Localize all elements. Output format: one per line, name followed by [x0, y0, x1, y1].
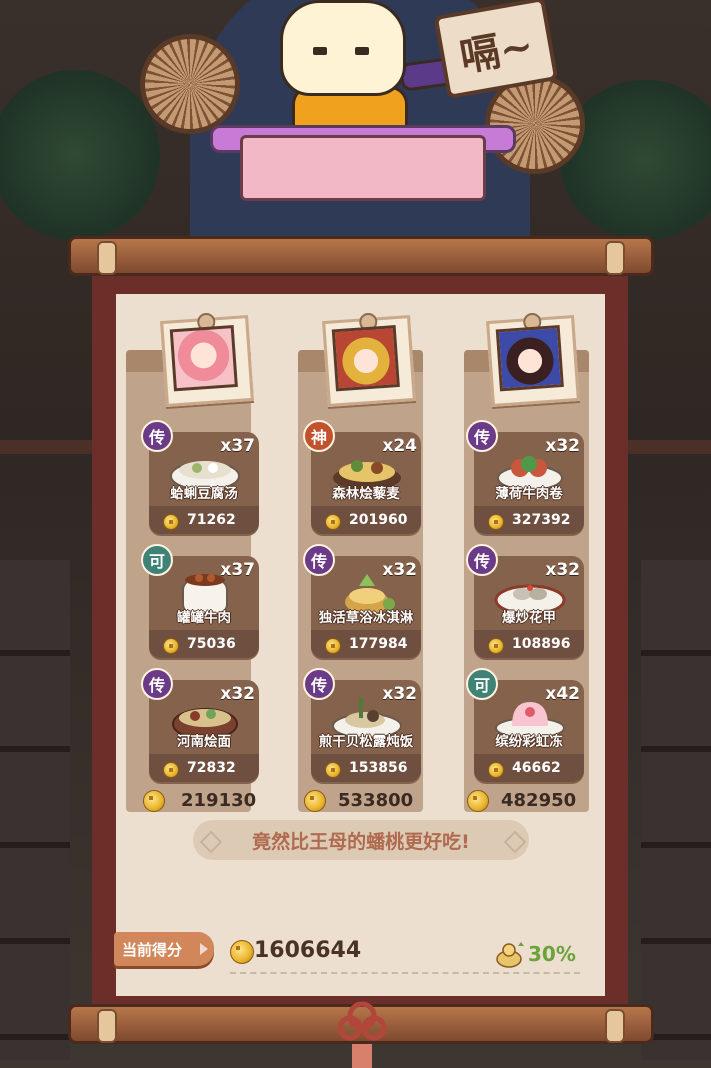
- dish-score: 71262: [187, 512, 236, 528]
- dish-score: 72832: [187, 760, 236, 776]
- column-total: 219130: [181, 790, 257, 811]
- character-portrait: [331, 325, 400, 392]
- column-total: 533800: [338, 790, 414, 811]
- dashed-divider: [230, 972, 580, 974]
- money-bag-bonus-icon: [496, 942, 524, 968]
- coin-icon: [230, 940, 254, 964]
- character-portrait: [169, 325, 238, 392]
- dish-name: 缤纷彩虹冻: [495, 734, 563, 750]
- coin-icon: [488, 514, 504, 530]
- dish-name: 罐罐牛肉: [177, 610, 231, 626]
- dish-name: 蛤蜊豆腐汤: [170, 486, 238, 502]
- dish-score: 75036: [187, 636, 236, 652]
- character-stage: 嗝~: [140, 0, 585, 240]
- comment-banner: 竟然比王母的蟠桃更好吃!: [193, 820, 529, 860]
- dish-score: 327392: [512, 512, 571, 528]
- dish-card[interactable]: 传 x32 煎干贝松露炖饭 153856: [303, 668, 421, 784]
- dish-score: 153856: [349, 760, 408, 776]
- coin-icon: [488, 638, 504, 654]
- portrait-1[interactable]: [160, 312, 254, 407]
- dish-score: 177984: [349, 636, 408, 652]
- portrait-3[interactable]: [486, 312, 580, 407]
- scroll-rod-top: [68, 236, 654, 276]
- column-total: 482950: [501, 790, 577, 811]
- speech-text: 嗝~: [456, 21, 537, 81]
- character-eye-right: [355, 47, 369, 55]
- dish-card[interactable]: 可 x42 缤纷彩虹冻 46662: [466, 668, 584, 784]
- portrait-2[interactable]: [322, 312, 416, 407]
- total-score: 1606644: [254, 938, 362, 963]
- dish-name: 薄荷牛肉卷: [495, 486, 563, 502]
- fan-left-icon: [140, 34, 240, 134]
- rod-cap-left: [97, 241, 117, 275]
- coin-icon: [325, 638, 341, 654]
- dish-name: 煎干贝松露炖饭: [318, 734, 414, 750]
- current-score-tag: 当前得分: [114, 932, 214, 966]
- dish-score: 201960: [349, 512, 408, 528]
- dish-name: 森林烩藜麦: [332, 486, 400, 502]
- coin-icon: [163, 762, 179, 778]
- railing-left: [0, 440, 100, 454]
- coin-icon: [163, 638, 179, 654]
- chinese-knot-icon: [337, 1001, 387, 1068]
- screen-right: [641, 560, 711, 1060]
- coin-icon: [467, 790, 489, 812]
- bonus-percent: 30%: [528, 942, 576, 966]
- dish-score: 46662: [512, 760, 561, 776]
- railing-right: [620, 440, 711, 454]
- rod-cap-right: [605, 241, 625, 275]
- dish-card[interactable]: 传 x37 蛤蜊豆腐汤 71262: [141, 420, 259, 536]
- dish-card[interactable]: 传 x32 薄荷牛肉卷 327392: [466, 420, 584, 536]
- rod-cap-left: [97, 1009, 117, 1043]
- character-eye-left: [313, 47, 327, 55]
- screen-left: [0, 560, 70, 1060]
- table-cloth: [240, 135, 486, 201]
- coin-icon: [325, 514, 341, 530]
- dish-card[interactable]: 传 x32 爆炒花甲 108896: [466, 544, 584, 660]
- dish-card[interactable]: 神 x24 森林烩藜麦 201960: [303, 420, 421, 536]
- arrow-right-icon: [200, 943, 208, 955]
- coin-icon: [143, 790, 165, 812]
- comment-text: 竟然比王母的蟠桃更好吃!: [252, 830, 470, 853]
- rod-cap-right: [605, 1009, 625, 1043]
- coin-icon: [325, 762, 341, 778]
- dish-name: 河南烩面: [177, 734, 231, 750]
- dish-score: 108896: [512, 636, 571, 652]
- current-score-label: 当前得分: [122, 940, 183, 959]
- dish-name: 爆炒花甲: [502, 610, 556, 626]
- coin-icon: [163, 514, 179, 530]
- coin-icon: [488, 762, 504, 778]
- dish-card[interactable]: 传 x32 河南烩面 72832: [141, 668, 259, 784]
- dish-card[interactable]: 传 x32 独活草浴冰淇淋 177984: [303, 544, 421, 660]
- dish-name: 独活草浴冰淇淋: [318, 610, 414, 626]
- coin-icon: [304, 790, 326, 812]
- character-head: [280, 0, 406, 96]
- dish-card[interactable]: 可 x37 罐罐牛肉 75036: [141, 544, 259, 660]
- character-portrait: [495, 325, 564, 392]
